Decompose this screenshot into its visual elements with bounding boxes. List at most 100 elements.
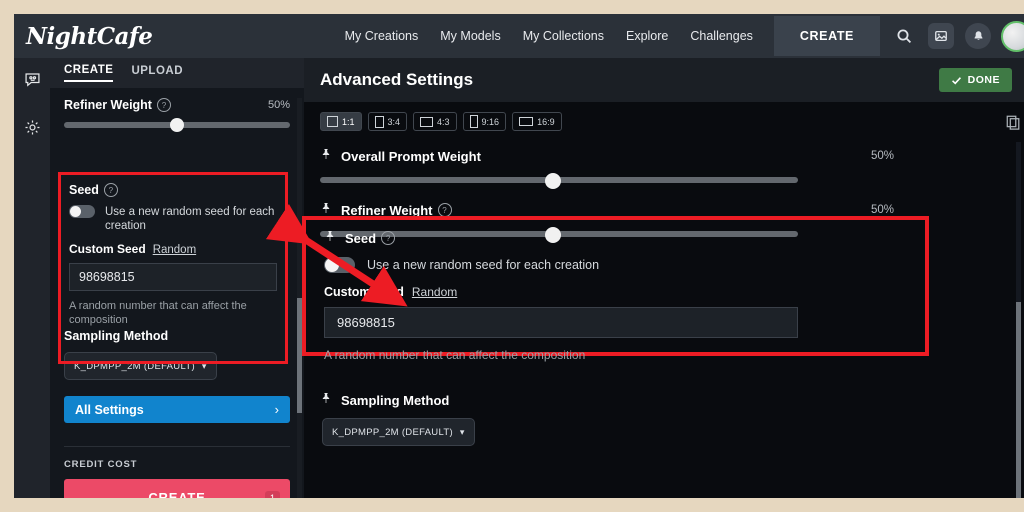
main-seed-input[interactable]: 98698815 <box>324 307 798 338</box>
main-seed-helper-text: A random number that can affect the comp… <box>324 348 586 362</box>
main-scrollbar[interactable] <box>1016 142 1021 498</box>
sidebar-seed-label: Seed <box>69 183 99 197</box>
ratio-shape-icon <box>519 117 534 126</box>
all-settings-button[interactable]: All Settings › <box>64 396 290 423</box>
gear-icon[interactable] <box>14 110 50 144</box>
create-nav-button[interactable]: CREATE <box>773 16 880 56</box>
nav-link-challenges[interactable]: Challenges <box>679 29 764 43</box>
left-rail <box>14 58 50 498</box>
main-custom-seed-row: Custom Seed Random <box>324 285 925 299</box>
aspect-ratio-16-9[interactable]: 16:9 <box>512 112 562 131</box>
aspect-ratio-3-4[interactable]: 3:4 <box>367 112 408 131</box>
help-icon[interactable]: ? <box>381 231 396 245</box>
main-sampling-method-label: Sampling Method <box>341 392 450 408</box>
chat-bubble-icon[interactable] <box>14 62 50 96</box>
sidebar-divider <box>64 446 290 447</box>
sidebar-tabs: CREATE UPLOAD <box>50 58 304 88</box>
done-button[interactable]: DONE <box>938 68 1012 92</box>
panel-body: 1:1 3:4 4:3 9:16 16:9 Overall Prompt Wei… <box>302 112 1024 446</box>
main-seed-label-row: Seed ? <box>324 229 925 247</box>
sidebar-seed-section: Seed ? Use a new random seed for each cr… <box>61 175 285 327</box>
sidebar-custom-seed-row: Custom Seed Random <box>69 242 277 256</box>
left-sidebar: CREATE UPLOAD Refiner Weight ? 50% Sampl… <box>50 58 304 498</box>
search-icon[interactable] <box>891 23 917 49</box>
create-button[interactable]: CREATE 1 <box>64 479 290 498</box>
help-icon[interactable]: ? <box>103 183 118 197</box>
sidebar-seed-highlight-box: Seed ? Use a new random seed for each cr… <box>58 172 288 364</box>
aspect-ratio-4-3[interactable]: 4:3 <box>413 112 457 131</box>
credit-cost-label: CREDIT COST <box>64 459 138 470</box>
sidebar-body: Refiner Weight ? 50% Sampling Method K_D… <box>50 98 304 498</box>
main-seed-highlight-box: Seed ? Use a new random seed for each cr… <box>302 216 929 362</box>
bell-icon[interactable] <box>965 23 991 49</box>
image-icon[interactable] <box>928 23 954 49</box>
overall-prompt-weight-value: 50% <box>870 150 894 162</box>
main-random-seed-link[interactable]: Random <box>412 285 457 299</box>
help-icon[interactable]: ? <box>437 203 452 217</box>
credit-badge: 1 <box>264 490 280 498</box>
ratio-shape-icon <box>420 116 434 127</box>
tab-upload[interactable]: UPLOAD <box>131 65 183 81</box>
aspect-ratio-1-1-label: 1:1 <box>342 116 355 127</box>
help-icon[interactable]: ? <box>156 98 171 112</box>
nightcafe-logo[interactable]: NightCafe <box>26 23 153 50</box>
main-random-seed-toggle-label: Use a new random seed for each creation <box>367 258 600 272</box>
all-settings-label: All Settings <box>75 402 144 417</box>
main-sampling-method-value: K_DPMPP_2M (DEFAULT) <box>332 426 453 438</box>
aspect-ratio-9-16-label: 9:16 <box>481 116 500 127</box>
overall-prompt-weight-section: Overall Prompt Weight 50% <box>320 147 1024 189</box>
nav-link-my-collections[interactable]: My Collections <box>512 29 615 43</box>
chevron-right-icon: › <box>274 402 279 417</box>
main-sampling-method-label-row: Sampling Method <box>320 391 1024 409</box>
aspect-ratio-3-4-label: 3:4 <box>387 116 401 127</box>
nav-link-my-creations[interactable]: My Creations <box>334 29 430 43</box>
advanced-settings-panel: Advanced Settings DONE 1:1 3:4 4:3 9:16 … <box>302 58 1024 498</box>
aspect-ratio-16-9-label: 16:9 <box>537 116 555 127</box>
overall-prompt-weight-label: Overall Prompt Weight <box>341 148 481 164</box>
sidebar-seed-helper-text: A random number that can affect the comp… <box>69 300 247 326</box>
top-navigation-bar: NightCafe My Creations My Models My Coll… <box>14 14 1024 58</box>
ratio-shape-icon <box>374 115 384 128</box>
main-sampling-method-section: Sampling Method K_DPMPP_2M (DEFAULT) ▾ <box>320 391 1024 446</box>
create-button-label: CREATE <box>148 490 206 498</box>
sidebar-random-seed-toggle-row: Use a new random seed for each creation <box>69 205 277 233</box>
sidebar-refiner-weight-slider[interactable] <box>64 118 290 132</box>
sidebar-refiner-weight-value: 50% <box>267 99 290 111</box>
ratio-shape-icon <box>469 115 478 128</box>
main-sampling-method-dropdown[interactable]: K_DPMPP_2M (DEFAULT) ▾ <box>322 418 475 446</box>
sidebar-refiner-weight-row: Refiner Weight ? 50% <box>64 98 290 112</box>
chevron-down-icon: ▾ <box>459 426 465 437</box>
main-scrollbar-thumb[interactable] <box>1016 302 1021 498</box>
nav-link-explore[interactable]: Explore <box>615 29 679 43</box>
tab-create[interactable]: CREATE <box>64 64 114 82</box>
overall-prompt-weight-slider[interactable] <box>320 173 798 189</box>
page-title: Advanced Settings <box>320 70 474 89</box>
main-seed-section: Seed ? Use a new random seed for each cr… <box>306 220 925 362</box>
main-seed-label: Seed <box>345 230 377 246</box>
check-icon <box>951 76 961 84</box>
toggle-knob <box>70 206 81 217</box>
refiner-weight-value: 50% <box>870 204 894 216</box>
sidebar-random-seed-toggle[interactable] <box>69 205 95 218</box>
aspect-ratio-4-3-label: 4:3 <box>437 116 450 127</box>
pin-icon[interactable] <box>320 147 332 165</box>
aspect-ratio-1-1[interactable]: 1:1 <box>320 112 362 131</box>
main-custom-seed-label: Custom Seed <box>324 285 404 299</box>
avatar[interactable] <box>1001 20 1024 52</box>
sidebar-seed-input[interactable]: 98698815 <box>69 263 277 291</box>
app-window: NightCafe My Creations My Models My Coll… <box>14 14 1024 498</box>
ratio-shape-icon <box>327 116 338 127</box>
slider-knob[interactable] <box>544 173 561 189</box>
toggle-knob <box>325 258 339 272</box>
pin-icon[interactable] <box>320 391 332 409</box>
pin-icon[interactable] <box>324 229 336 247</box>
nav-link-my-models[interactable]: My Models <box>429 29 511 43</box>
main-random-seed-toggle-row: Use a new random seed for each creation <box>324 257 925 273</box>
aspect-ratio-9-16[interactable]: 9:16 <box>462 112 507 131</box>
sidebar-custom-seed-label: Custom Seed <box>69 242 146 256</box>
overall-prompt-weight-label-row: Overall Prompt Weight 50% <box>320 147 1024 165</box>
main-random-seed-toggle[interactable] <box>324 257 355 273</box>
sidebar-random-seed-link[interactable]: Random <box>153 244 196 256</box>
sidebar-random-seed-toggle-label: Use a new random seed for each creation <box>105 206 275 232</box>
done-button-label: DONE <box>967 74 1000 86</box>
